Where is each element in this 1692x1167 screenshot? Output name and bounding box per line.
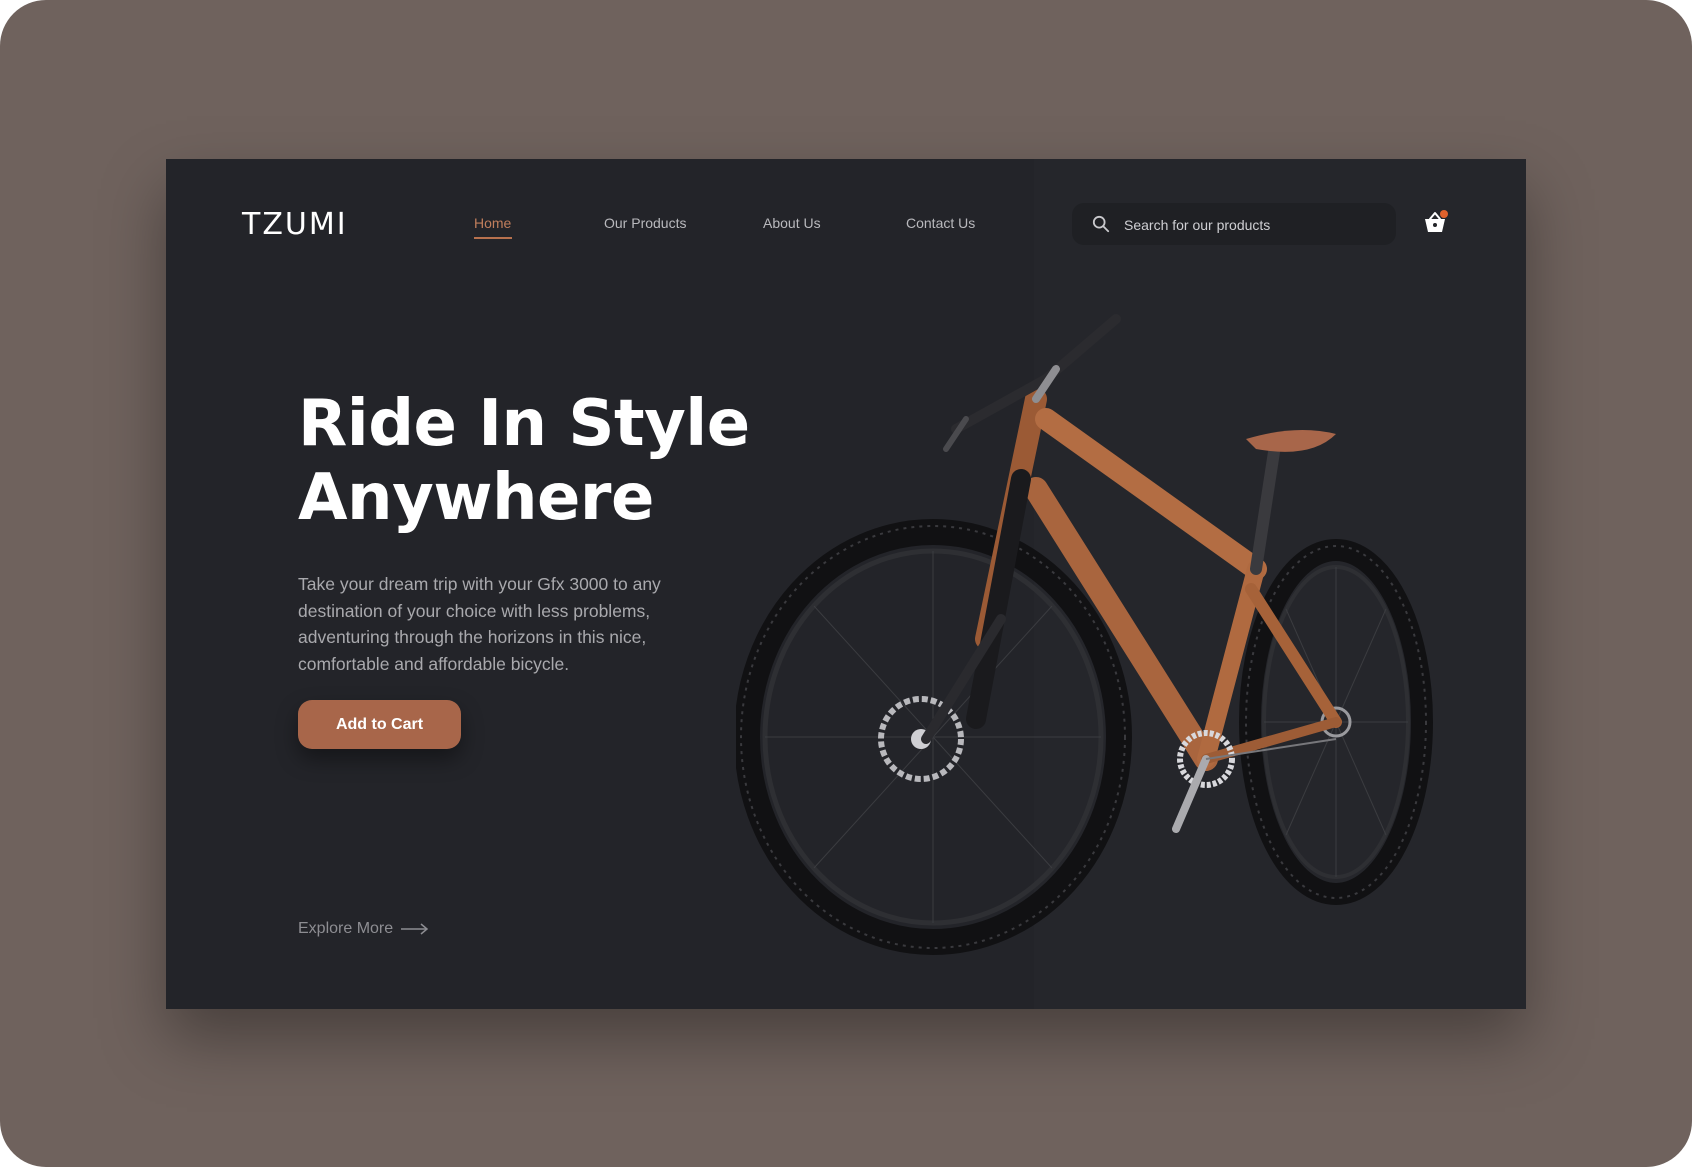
search-bar[interactable] (1072, 203, 1396, 247)
saddle (1246, 430, 1336, 452)
hero-title-line-1: Ride In Style (298, 387, 750, 461)
nav-active-indicator (474, 237, 512, 239)
nav-about-us[interactable]: About Us (763, 215, 821, 231)
explore-more-label: Explore More (298, 920, 394, 937)
backdrop: TZUMI Home Our Products About Us Contact… (0, 0, 1692, 1167)
explore-more-link[interactable]: Explore More (298, 920, 429, 938)
cart-badge (1440, 210, 1448, 218)
search-input[interactable] (1122, 203, 1386, 247)
add-to-cart-button[interactable]: Add to Cart (298, 700, 461, 749)
bicycle-image (736, 314, 1433, 955)
brand-logo[interactable]: TZUMI (242, 207, 348, 242)
nav-home[interactable]: Home (474, 215, 511, 231)
cart-basket-icon[interactable] (1422, 209, 1448, 235)
nav-our-products[interactable]: Our Products (604, 215, 686, 231)
search-icon (1092, 215, 1110, 233)
arrow-right-icon (401, 923, 429, 935)
hero-description: Take your dream trip with your Gfx 3000 … (298, 574, 661, 674)
nav-contact-us[interactable]: Contact Us (906, 215, 975, 231)
hero-title-line-2: Anywhere (298, 461, 654, 535)
landing-page: TZUMI Home Our Products About Us Contact… (166, 159, 1526, 1009)
